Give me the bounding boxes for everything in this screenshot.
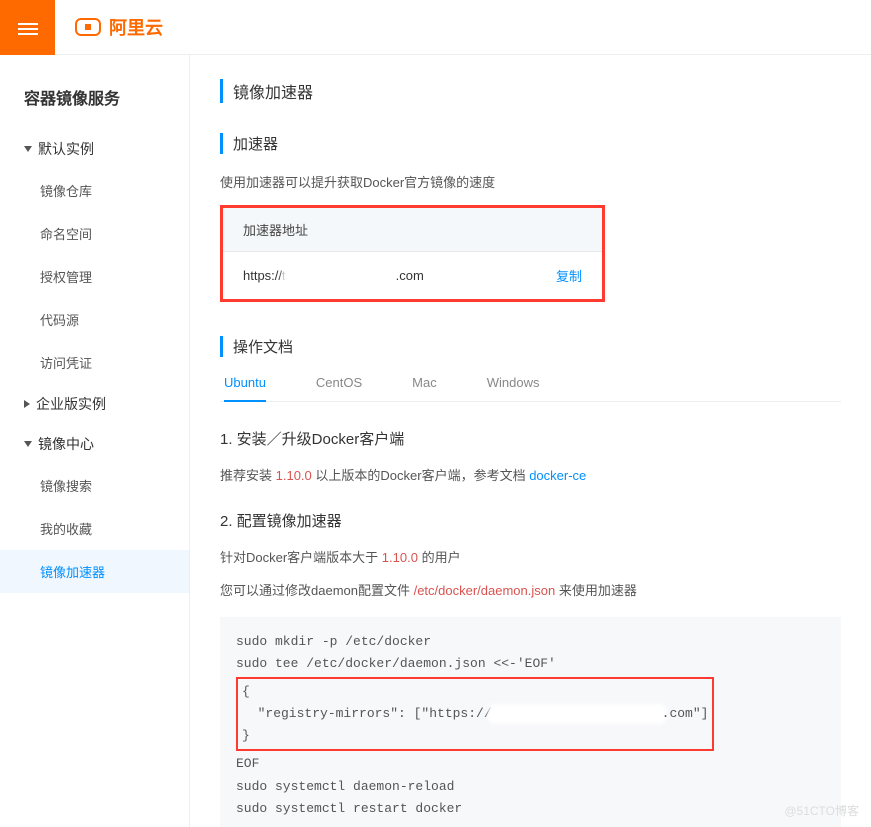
accelerator-heading: 加速器: [220, 133, 841, 154]
docker-ce-link[interactable]: docker-ce: [529, 468, 586, 483]
nav-item-accelerator[interactable]: 镜像加速器: [0, 550, 189, 593]
brand-logo[interactable]: 阿里云: [75, 14, 163, 40]
tab-windows[interactable]: Windows: [487, 375, 540, 401]
code-block: sudo mkdir -p /etc/docker sudo tee /etc/…: [220, 617, 841, 827]
nav-item-namespace[interactable]: 命名空间: [0, 212, 189, 255]
watermark: @51CTO博客: [784, 802, 859, 819]
nav-item-code-source[interactable]: 代码源: [0, 298, 189, 341]
menu-toggle-button[interactable]: [0, 0, 55, 55]
nav-item-image-search[interactable]: 镜像搜索: [0, 464, 189, 507]
brand-text: 阿里云: [109, 14, 163, 40]
accelerator-desc: 使用加速器可以提升获取Docker官方镜像的速度: [220, 172, 841, 191]
hamburger-icon: [18, 20, 38, 34]
docs-heading: 操作文档: [220, 336, 841, 357]
docs-tabs: Ubuntu CentOS Mac Windows: [220, 375, 841, 402]
caret-down-icon: [24, 441, 32, 447]
tab-ubuntu[interactable]: Ubuntu: [224, 375, 266, 402]
step1-desc: 推荐安装 1.10.0 以上版本的Docker客户端，参考文档 docker-c…: [220, 465, 841, 484]
brand-icon: [75, 18, 101, 36]
nav-group-enterprise[interactable]: 企业版实例: [0, 384, 189, 424]
step2-line1: 针对Docker客户端版本大于 1.10.0 的用户: [220, 547, 841, 566]
nav-item-image-repo[interactable]: 镜像仓库: [0, 169, 189, 212]
code-highlight-box: { "registry-mirrors": ["https://.com"] }: [236, 677, 714, 751]
step2-title: 2. 配置镜像加速器: [220, 510, 841, 531]
topbar: 阿里云: [0, 0, 871, 55]
sidebar: 容器镜像服务 默认实例 镜像仓库 命名空间 授权管理 代码源 访问凭证 企业版实…: [0, 55, 190, 827]
nav-item-access-cred[interactable]: 访问凭证: [0, 341, 189, 384]
nav-item-auth[interactable]: 授权管理: [0, 255, 189, 298]
sidebar-title: 容器镜像服务: [0, 75, 189, 129]
tab-mac[interactable]: Mac: [412, 375, 437, 401]
tab-centos[interactable]: CentOS: [316, 375, 362, 401]
accelerator-address-box: 加速器地址 https://t.com 复制: [220, 205, 605, 302]
addr-header: 加速器地址: [223, 208, 602, 252]
step2-line2: 您可以通过修改daemon配置文件 /etc/docker/daemon.jso…: [220, 580, 841, 599]
nav-group-default-instance[interactable]: 默认实例: [0, 129, 189, 169]
main-content: 镜像加速器 加速器 使用加速器可以提升获取Docker官方镜像的速度 加速器地址…: [190, 55, 871, 827]
nav-group-image-center[interactable]: 镜像中心: [0, 424, 189, 464]
accelerator-url: https://t.com: [243, 268, 424, 283]
caret-down-icon: [24, 146, 32, 152]
copy-button[interactable]: 复制: [556, 266, 582, 285]
step1-title: 1. 安装／升级Docker客户端: [220, 428, 841, 449]
page-title: 镜像加速器: [220, 79, 841, 103]
caret-right-icon: [24, 400, 30, 408]
nav-item-favorites[interactable]: 我的收藏: [0, 507, 189, 550]
